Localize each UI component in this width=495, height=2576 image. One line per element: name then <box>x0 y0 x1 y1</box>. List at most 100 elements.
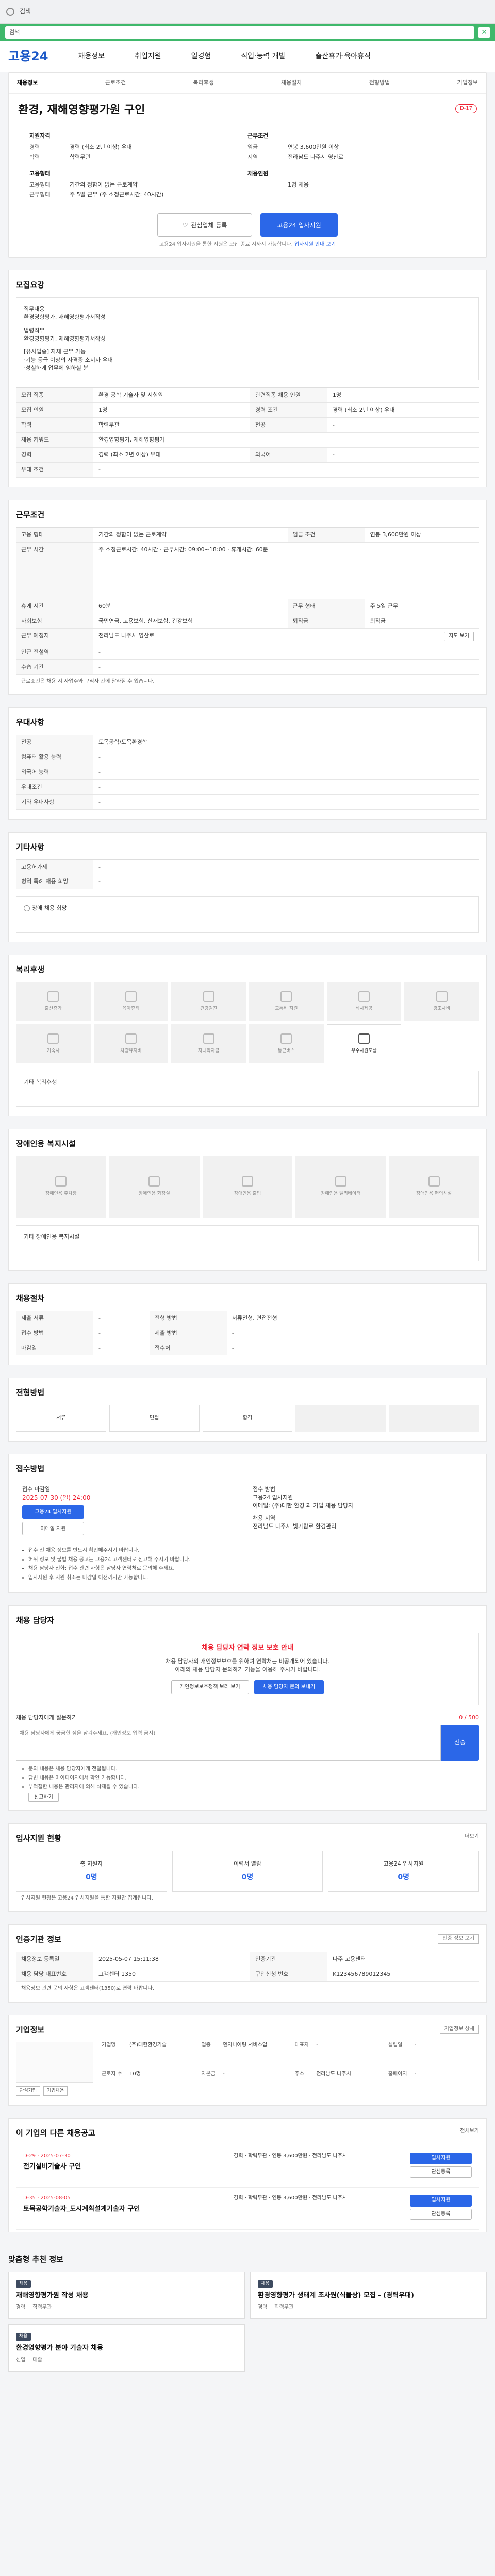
apply-email-button[interactable]: 이메일 지원 <box>22 1522 84 1536</box>
company-buttons: 관심기업 기업채용 <box>16 2086 93 2096</box>
table-key: 우대 조건 <box>16 462 93 478</box>
gnb-menu-jobs[interactable]: 채용정보 <box>78 51 105 61</box>
gnb-menu-leave[interactable]: 출산휴가·육아휴직 <box>315 51 371 61</box>
recommend-title[interactable]: 환경영향평가 생태계 조사원(식물상) 모집 - (경력우대) <box>258 2291 479 2301</box>
related-scrap-button[interactable]: 관심등록 <box>410 2166 472 2178</box>
recommend-title[interactable]: 재해영향평가원 작성 채용 <box>16 2291 237 2301</box>
ask-count: 0 / 500 <box>459 1714 479 1721</box>
gnb-menu-employment-support[interactable]: 취업지원 <box>135 51 161 61</box>
related-apply-button[interactable]: 입사지원 <box>410 2153 472 2164</box>
stat-label: 고용24 입사지원 <box>383 1860 424 1867</box>
report-button[interactable]: 신고하기 <box>28 1792 59 1802</box>
tab-company[interactable]: 기업정보 <box>457 79 478 87</box>
company-value: - <box>316 2042 318 2048</box>
gnb-menu-vocational-training[interactable]: 직업·능력 개발 <box>241 51 285 61</box>
apply-guide-link[interactable]: 입사지원 안내 보기 <box>294 242 336 247</box>
list-item: 채용 담당자 전화: 접수 관련 사항은 담당자 연락처로 문의해 주세요. <box>28 1565 479 1573</box>
related-more-link[interactable]: 전체보기 <box>460 2128 479 2136</box>
tab-jobs[interactable]: 채용정보 <box>17 79 38 87</box>
summary-key: 경력 <box>29 143 40 150</box>
recommend-title[interactable]: 환경영향평가 분야 기술자 채용 <box>16 2344 237 2353</box>
stats-more-link[interactable]: 더보기 <box>465 1833 479 1841</box>
ask-area: 전송 <box>16 1725 479 1761</box>
ask-send-button[interactable]: 전송 <box>441 1725 479 1761</box>
recommend-meta: 경력 학력무관 <box>258 2304 479 2312</box>
tab-conditions[interactable]: 근로조건 <box>105 79 126 87</box>
close-icon[interactable]: ✕ <box>478 27 490 38</box>
list-item: 답변 내용은 마이페이지에서 확인 가능합니다. <box>28 1775 479 1783</box>
table-row: 근무 예정지 전라남도 나주시 영산로 지도 보기 <box>16 628 479 645</box>
facility-label: 장애인용 출입 <box>234 1191 261 1197</box>
contact-send-button[interactable]: 채용 담당자 문의 보내기 <box>254 1680 324 1695</box>
apply-button[interactable]: 고용24 입사지원 <box>260 213 338 238</box>
bus-icon <box>280 1033 292 1044</box>
recommend-meta: 신입 대졸 <box>16 2357 237 2364</box>
summary-key: 임금 <box>248 143 258 150</box>
recommend-card[interactable]: 채용 환경영향평가 분야 기술자 채용 신입 대졸 <box>8 2324 245 2372</box>
ask-label: 채용 담당자에게 질문하기 <box>16 1714 77 1721</box>
welfare-label: 건강검진 <box>200 1006 218 1011</box>
table-key: 접수 방법 <box>16 1326 93 1341</box>
facility-item: 장애인용 출입 <box>202 1156 293 1218</box>
recommend-card[interactable]: 채용 환경영향평가 생태계 조사원(식물상) 모집 - (경력우대) 경력 학력무관 <box>250 2271 487 2319</box>
privacy-policy-button[interactable]: 개인정보보호정책 보러 보기 <box>171 1680 249 1695</box>
section-title: 채용절차 <box>16 1293 45 1303</box>
section-title: 근무조건 <box>16 510 45 519</box>
table-row: 전공 토목공학/토목환경학 <box>16 735 479 751</box>
table-key: 수습 기간 <box>16 659 93 675</box>
company-jobs-button[interactable]: 기업채용 <box>43 2086 68 2096</box>
table-row: 학력 학력무관 전공 - <box>16 417 479 433</box>
list-item: 접수 전 채용 정보를 반드시 확인해주시기 바랍니다. <box>28 1547 479 1555</box>
related-apply-button[interactable]: 입사지원 <box>410 2195 472 2207</box>
page: 검색 검색 ✕ 고용24 채용정보 취업지원 일경험 직업·능력 개발 출산휴가… <box>0 0 495 2536</box>
apply-online-button[interactable]: 고용24 입사지원 <box>22 1505 84 1519</box>
method-steps: 서류 면접 합격 <box>16 1405 479 1432</box>
company-key: 주소 <box>294 2071 304 2077</box>
table-key: 컴퓨터 활용 능력 <box>16 750 93 765</box>
summary-value: 전라남도 나주시 영산로 <box>288 153 344 160</box>
related-scrap-button[interactable]: 관심등록 <box>410 2208 472 2221</box>
facility-other-box: 기타 장애인용 복지시설 <box>16 1225 479 1261</box>
list-item[interactable]: D-29 · 2025-07-30 전기설비기술사 구인 경력 · 학력무관 · … <box>16 2145 479 2188</box>
table-row: 사회보험 국민연금, 고용보험, 산재보험, 건강보험 퇴직금 퇴직금 <box>16 614 479 629</box>
accessibility-icon <box>428 1176 440 1187</box>
stat-value: 0명 <box>86 1873 97 1882</box>
tab-method[interactable]: 전형방법 <box>369 79 390 87</box>
section-company: 기업정보 기업정보 상세 관심기업 기업채용 기업명 (주)대한환경기술 업종 엔지… <box>8 2014 487 2106</box>
welfare-label: 기숙사 <box>46 1048 60 1054</box>
company-detail-button[interactable]: 기업정보 상세 <box>439 2024 479 2035</box>
agency-info-button[interactable]: 인증 정보 보기 <box>438 1934 479 1944</box>
company-key: 업종 <box>201 2042 211 2048</box>
list-item[interactable]: D-35 · 2025-08-05 토목공학기술자_도시계획설계기술자 구인 경력… <box>16 2188 479 2230</box>
contact-text: 채용 담당자의 개인정보보호를 위하여 연락처는 비공개되어 있습니다. <box>166 1657 329 1665</box>
welfare-label: 우수사원포상 <box>351 1048 377 1054</box>
gnb-menu-work-experience[interactable]: 일경험 <box>191 51 211 61</box>
car-icon <box>125 1033 137 1044</box>
summary-key: 학력 <box>29 153 40 160</box>
restroom-icon <box>148 1176 160 1187</box>
welfare-item: 통근버스 <box>249 1024 324 1064</box>
disability-box: 장애 채용 희망 <box>16 896 479 933</box>
ask-input[interactable] <box>16 1725 441 1761</box>
desc-line: ·성실하게 업무에 임하실 분 <box>24 365 89 372</box>
section-method: 전형방법 서류 면접 합격 <box>8 1378 487 1442</box>
recommend-card[interactable]: 채용 재해영향평가원 작성 채용 경력 학력무관 <box>8 2271 245 2319</box>
related-title[interactable]: 토목공학기술자_도시계획설계기술자 구인 <box>23 2205 228 2214</box>
parking-icon <box>55 1176 67 1187</box>
stat-value: 0명 <box>241 1873 254 1882</box>
top-search-input[interactable]: 검색 <box>5 26 474 39</box>
tab-benefits[interactable]: 복리후생 <box>193 79 213 87</box>
site-logo[interactable]: 고용24 <box>8 47 48 65</box>
process-table: 제출 서류 - 전형 방법 서류전형, 면접전형 접수 방법 - 제출 방법 - 마감일 - 접… <box>16 1310 479 1356</box>
heart-icon: ♡ <box>182 221 188 229</box>
table-value: 토목공학/토목환경학 <box>93 735 479 751</box>
scrap-button[interactable]: ♡ 관심업체 등록 <box>157 213 252 238</box>
browser-search-text[interactable]: 검색 <box>20 7 31 16</box>
map-button[interactable]: 지도 보기 <box>444 632 474 641</box>
section-title: 모집요강 <box>16 280 45 290</box>
related-title[interactable]: 전기설비기술사 구인 <box>23 2162 228 2172</box>
maternity-icon <box>47 991 59 1002</box>
desc-line: [유사업종] 자체 근무 가능 <box>24 348 86 355</box>
tab-process[interactable]: 채용절차 <box>281 79 302 87</box>
company-fav-button[interactable]: 관심기업 <box>16 2086 41 2096</box>
